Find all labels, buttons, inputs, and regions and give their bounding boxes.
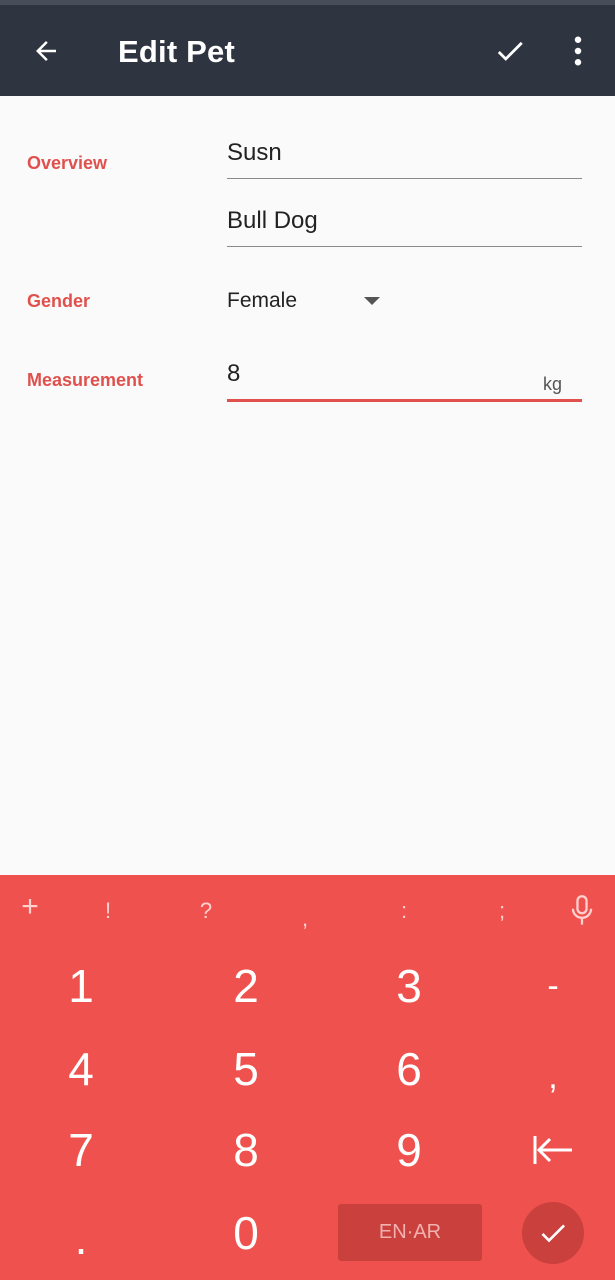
measurement-value: 8 [227, 360, 241, 387]
save-button[interactable] [490, 31, 530, 71]
language-switch-key[interactable]: EN·AR [338, 1204, 482, 1261]
key-7[interactable]: 7 [41, 1122, 121, 1178]
pet-name-value: Susn [227, 139, 282, 166]
key-minus[interactable]: - [513, 958, 593, 1014]
measurement-unit: kg [542, 374, 562, 394]
tab-key[interactable] [530, 1130, 576, 1170]
key-question[interactable]: ? [186, 897, 226, 925]
key-2[interactable]: 2 [206, 958, 286, 1014]
check-icon [497, 41, 523, 61]
key-3[interactable]: 3 [369, 958, 449, 1014]
done-key[interactable] [522, 1202, 584, 1264]
key-semicolon[interactable]: ; [482, 897, 522, 925]
measurement-label: Measurement [27, 370, 144, 390]
key-4[interactable]: 4 [41, 1041, 121, 1097]
key-exclamation[interactable]: ! [88, 897, 128, 925]
pet-name-field[interactable]: Susn [227, 136, 582, 179]
key-plus[interactable]: + [10, 892, 50, 922]
key-0[interactable]: 0 [206, 1205, 286, 1261]
gender-value: Female [227, 289, 298, 312]
key-period[interactable]: . [41, 1210, 121, 1266]
measurement-field[interactable]: 8 kg [227, 357, 582, 402]
dropdown-caret-icon [364, 297, 380, 305]
app-bar: Edit Pet [0, 0, 615, 96]
pet-breed-value: Bull Dog [227, 207, 318, 234]
back-button[interactable] [26, 31, 66, 71]
more-options-button[interactable] [560, 31, 596, 71]
key-5[interactable]: 5 [206, 1041, 286, 1097]
pet-breed-field[interactable]: Bull Dog [227, 204, 582, 247]
key-colon[interactable]: : [384, 897, 424, 925]
tab-left-icon [533, 1136, 572, 1164]
key-6[interactable]: 6 [369, 1041, 449, 1097]
mic-button[interactable] [568, 894, 596, 928]
gender-dropdown[interactable]: Female [227, 286, 387, 318]
gender-label: Gender [27, 291, 91, 311]
mic-icon [571, 895, 593, 925]
overview-label: Overview [27, 153, 108, 173]
numeric-keyboard: + ! ? , : ; 1 2 3 - 4 5 6 , 7 8 9 . 0 EN… [0, 875, 615, 1280]
key-8[interactable]: 8 [206, 1122, 286, 1178]
key-9[interactable]: 9 [369, 1122, 449, 1178]
arrow-back-icon [36, 41, 56, 61]
more-vert-icon [574, 36, 582, 66]
key-comma[interactable]: , [513, 1049, 593, 1105]
check-icon [541, 1224, 565, 1243]
page-title: Edit Pet [118, 34, 236, 69]
key-1[interactable]: 1 [41, 958, 121, 1014]
key-comma-symbol[interactable]: , [285, 905, 325, 933]
